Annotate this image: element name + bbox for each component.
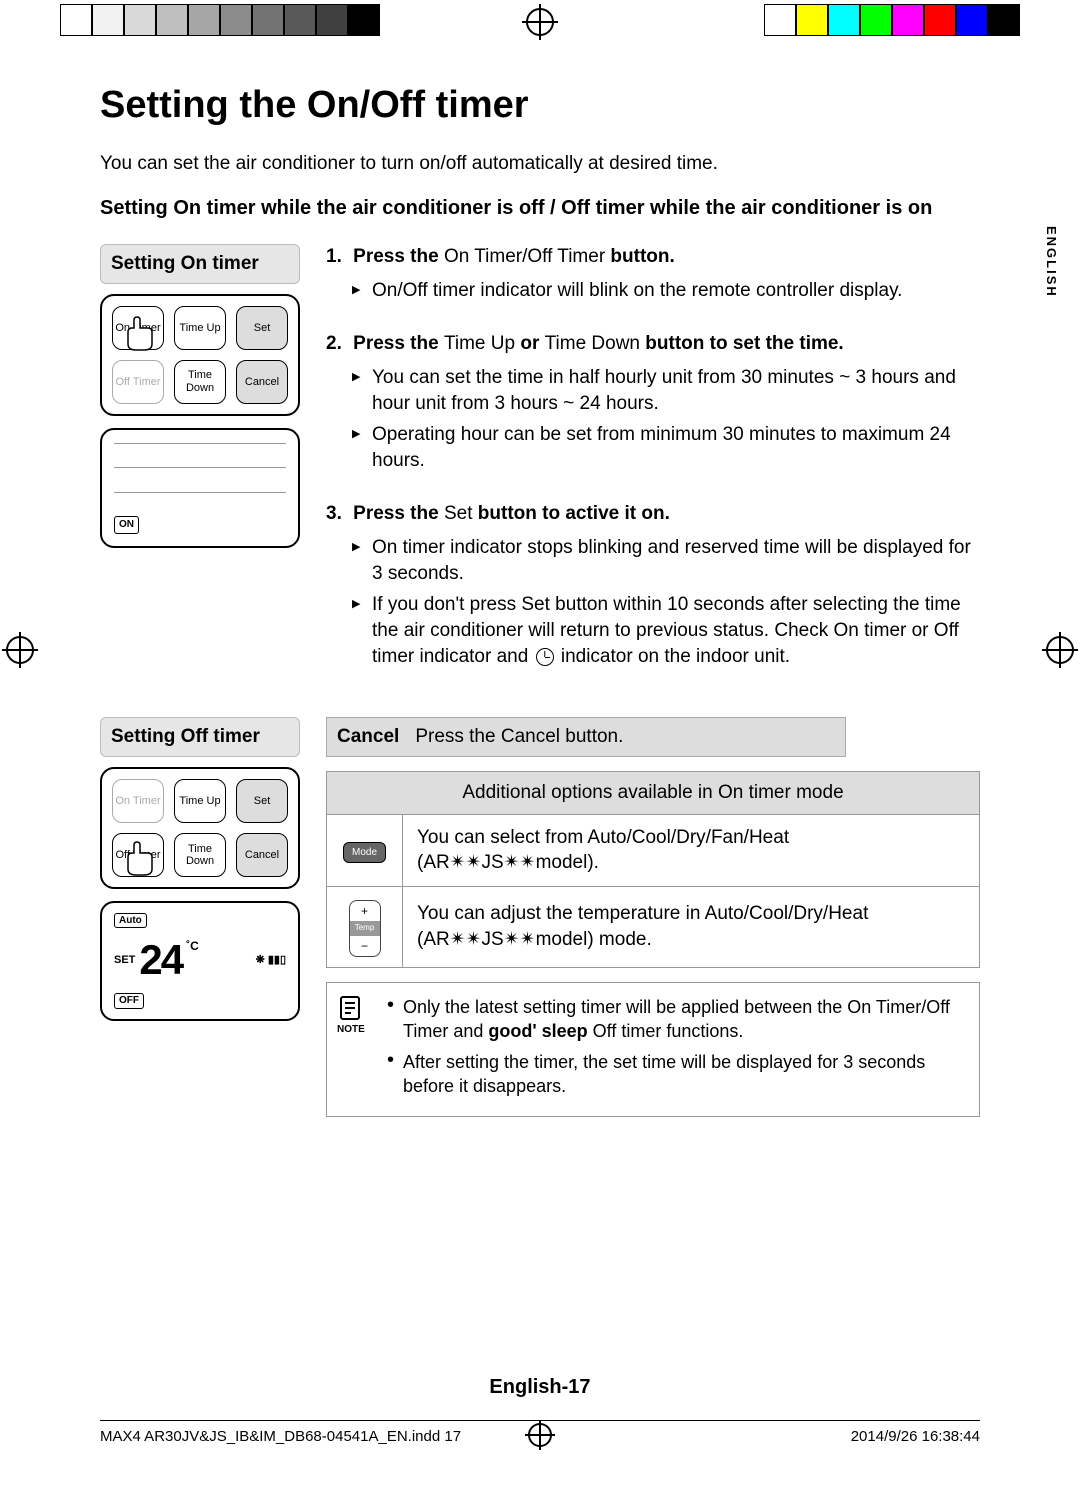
pointing-hand-icon (120, 314, 160, 354)
cancel-row: Cancel Press the Cancel button. (326, 717, 846, 757)
print-metadata: MAX4 AR30JV&JS_IB&IM_DB68-04541A_EN.indd… (100, 1420, 980, 1447)
step-1-bullet: On/Off timer indicator will blink on the… (352, 278, 980, 304)
note-box: NOTE Only the latest setting timer will … (326, 982, 980, 1117)
remote-time-up-button: Time Up (174, 306, 226, 350)
language-tab: ENGLISH (1042, 226, 1060, 298)
remote-cancel-button: Cancel (236, 833, 288, 877)
remote-time-down-button: Time Down (174, 360, 226, 404)
remote-set-button: Set (236, 779, 288, 823)
step-2-bullet-2: Operating hour can be set from minimum 3… (352, 422, 980, 473)
step-3-heading: Press the Set button to active it on. (326, 501, 980, 527)
lcd-illustration-on: ON (100, 428, 300, 548)
on-timer-heading: Setting On timer (100, 244, 300, 284)
lcd-on-tag: ON (114, 516, 139, 534)
remote-time-down-button: Time Down (174, 833, 226, 877)
note-icon: NOTE (337, 995, 365, 1037)
temp-option-text: You can adjust the temperature in Auto/C… (403, 886, 980, 967)
step-2-bullet-1: You can set the time in half hourly unit… (352, 365, 980, 416)
page-title: Setting the On/Off timer (100, 80, 980, 131)
mode-option-text: You can select from Auto/Cool/Dry/Fan/He… (403, 814, 980, 886)
mode-button-icon: Mode (343, 842, 386, 864)
remote-set-button: Set (236, 306, 288, 350)
pointing-hand-icon (120, 839, 160, 879)
temp-button-icon: +Temp− (349, 900, 381, 957)
note-item-2: After setting the timer, the set time wi… (387, 1050, 965, 1099)
remote-on-timer-button: On Timer (112, 779, 164, 823)
remote-cancel-button: Cancel (236, 360, 288, 404)
step-1-heading: Press the On Timer/Off Timer button. (326, 244, 980, 270)
note-item-1: Only the latest setting timer will be ap… (387, 995, 965, 1044)
clock-icon (536, 648, 554, 666)
remote-illustration-off: On Timer Time Up Set Off Timer Time Down… (100, 767, 300, 889)
registration-mark-icon (526, 8, 554, 36)
step-3-bullet-1: On timer indicator stops blinking and re… (352, 535, 980, 586)
page-number: English-17 (0, 1374, 1080, 1401)
intro-text: You can set the air conditioner to turn … (100, 151, 980, 177)
registration-mark-icon (1046, 636, 1074, 664)
remote-time-up-button: Time Up (174, 779, 226, 823)
step-3-bullet-2: If you don't press Set button within 10 … (352, 592, 980, 669)
off-timer-heading: Setting Off timer (100, 717, 300, 757)
options-table: Additional options available in On timer… (326, 771, 980, 968)
step-2-heading: Press the Time Up or Time Down button to… (326, 331, 980, 357)
remote-off-timer-button: Off Timer (112, 360, 164, 404)
options-header: Additional options available in On timer… (327, 771, 980, 814)
lcd-illustration-off: Auto SET 24 ˚C ❋ ▮▮▯ OFF (100, 901, 300, 1021)
section-subhead: Setting On timer while the air condition… (100, 195, 980, 222)
registration-mark-icon (6, 636, 34, 664)
remote-illustration-on: On Timer Time Up Set Off Timer Time Down… (100, 294, 300, 416)
fan-icon: ❋ ▮▮▯ (256, 953, 286, 968)
